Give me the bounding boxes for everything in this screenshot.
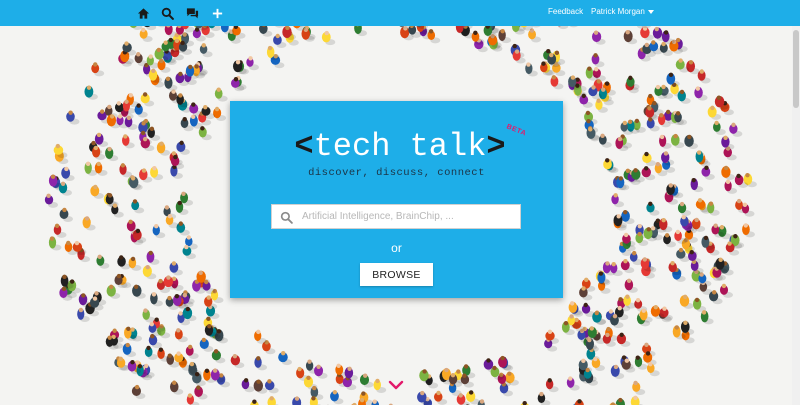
- top-navbar: Feedback Patrick Morgan: [0, 0, 800, 26]
- tagline: discover, discuss, connect: [308, 167, 485, 179]
- home-icon[interactable]: [136, 6, 150, 20]
- user-menu[interactable]: Patrick Morgan: [591, 7, 645, 16]
- scrollbar-thumb[interactable]: [793, 30, 799, 108]
- search-icon[interactable]: [160, 6, 174, 20]
- browse-button[interactable]: BROWSE: [360, 263, 433, 286]
- or-separator: or: [391, 241, 402, 255]
- search-box: [271, 204, 521, 229]
- plus-icon[interactable]: [210, 6, 224, 20]
- tech-talk-logo: <tech talk>: [294, 128, 506, 165]
- feedback-link[interactable]: Feedback: [548, 7, 583, 16]
- search-icon: [280, 211, 293, 224]
- search-input[interactable]: [302, 205, 514, 228]
- scrollbar[interactable]: [792, 26, 800, 405]
- chat-icon[interactable]: [185, 6, 199, 20]
- chevron-down-icon[interactable]: [388, 379, 404, 391]
- hero-card: <tech talk> BETA discover, discuss, conn…: [230, 101, 563, 298]
- caret-down-icon[interactable]: [648, 10, 654, 14]
